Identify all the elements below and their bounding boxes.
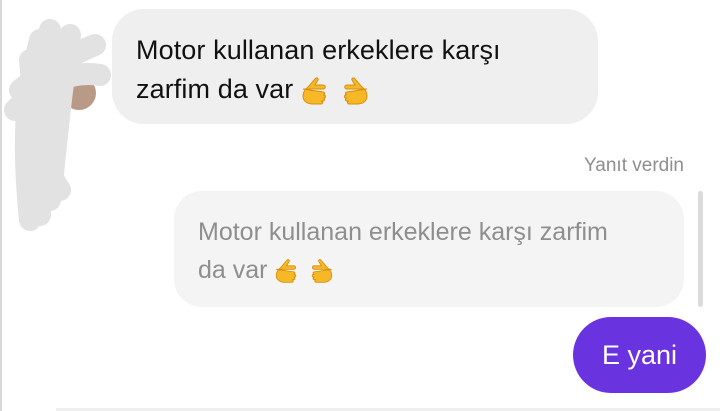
pointing-hands-emoji-icon	[276, 259, 333, 284]
quoted-message-bubble[interactable]: Motor kullanan erkeklere karşı zarfim da…	[174, 191, 684, 307]
incoming-message-bubble[interactable]: Motor kullanan erkeklere karşı zarfim da…	[112, 9, 598, 124]
outgoing-message-text: E yani	[601, 339, 678, 370]
replied-label: Yanıt verdin	[584, 155, 684, 176]
quoted-message-text: da var	[198, 256, 268, 284]
quoted-message-line1: Motor kullanan erkeklere karşı zarfim	[198, 218, 608, 246]
outgoing-message-bubble[interactable]: E yani	[573, 317, 706, 393]
incoming-message-line1: Motor kullanan erkeklere karşı	[136, 35, 501, 65]
incoming-message-line2: zarfim da var	[136, 70, 574, 109]
pointing-hands-emoji-icon	[302, 77, 368, 105]
quote-indicator-bar	[698, 191, 703, 307]
quoted-message-line2: da var	[198, 251, 662, 289]
incoming-message-text: zarfim da var	[136, 74, 294, 104]
